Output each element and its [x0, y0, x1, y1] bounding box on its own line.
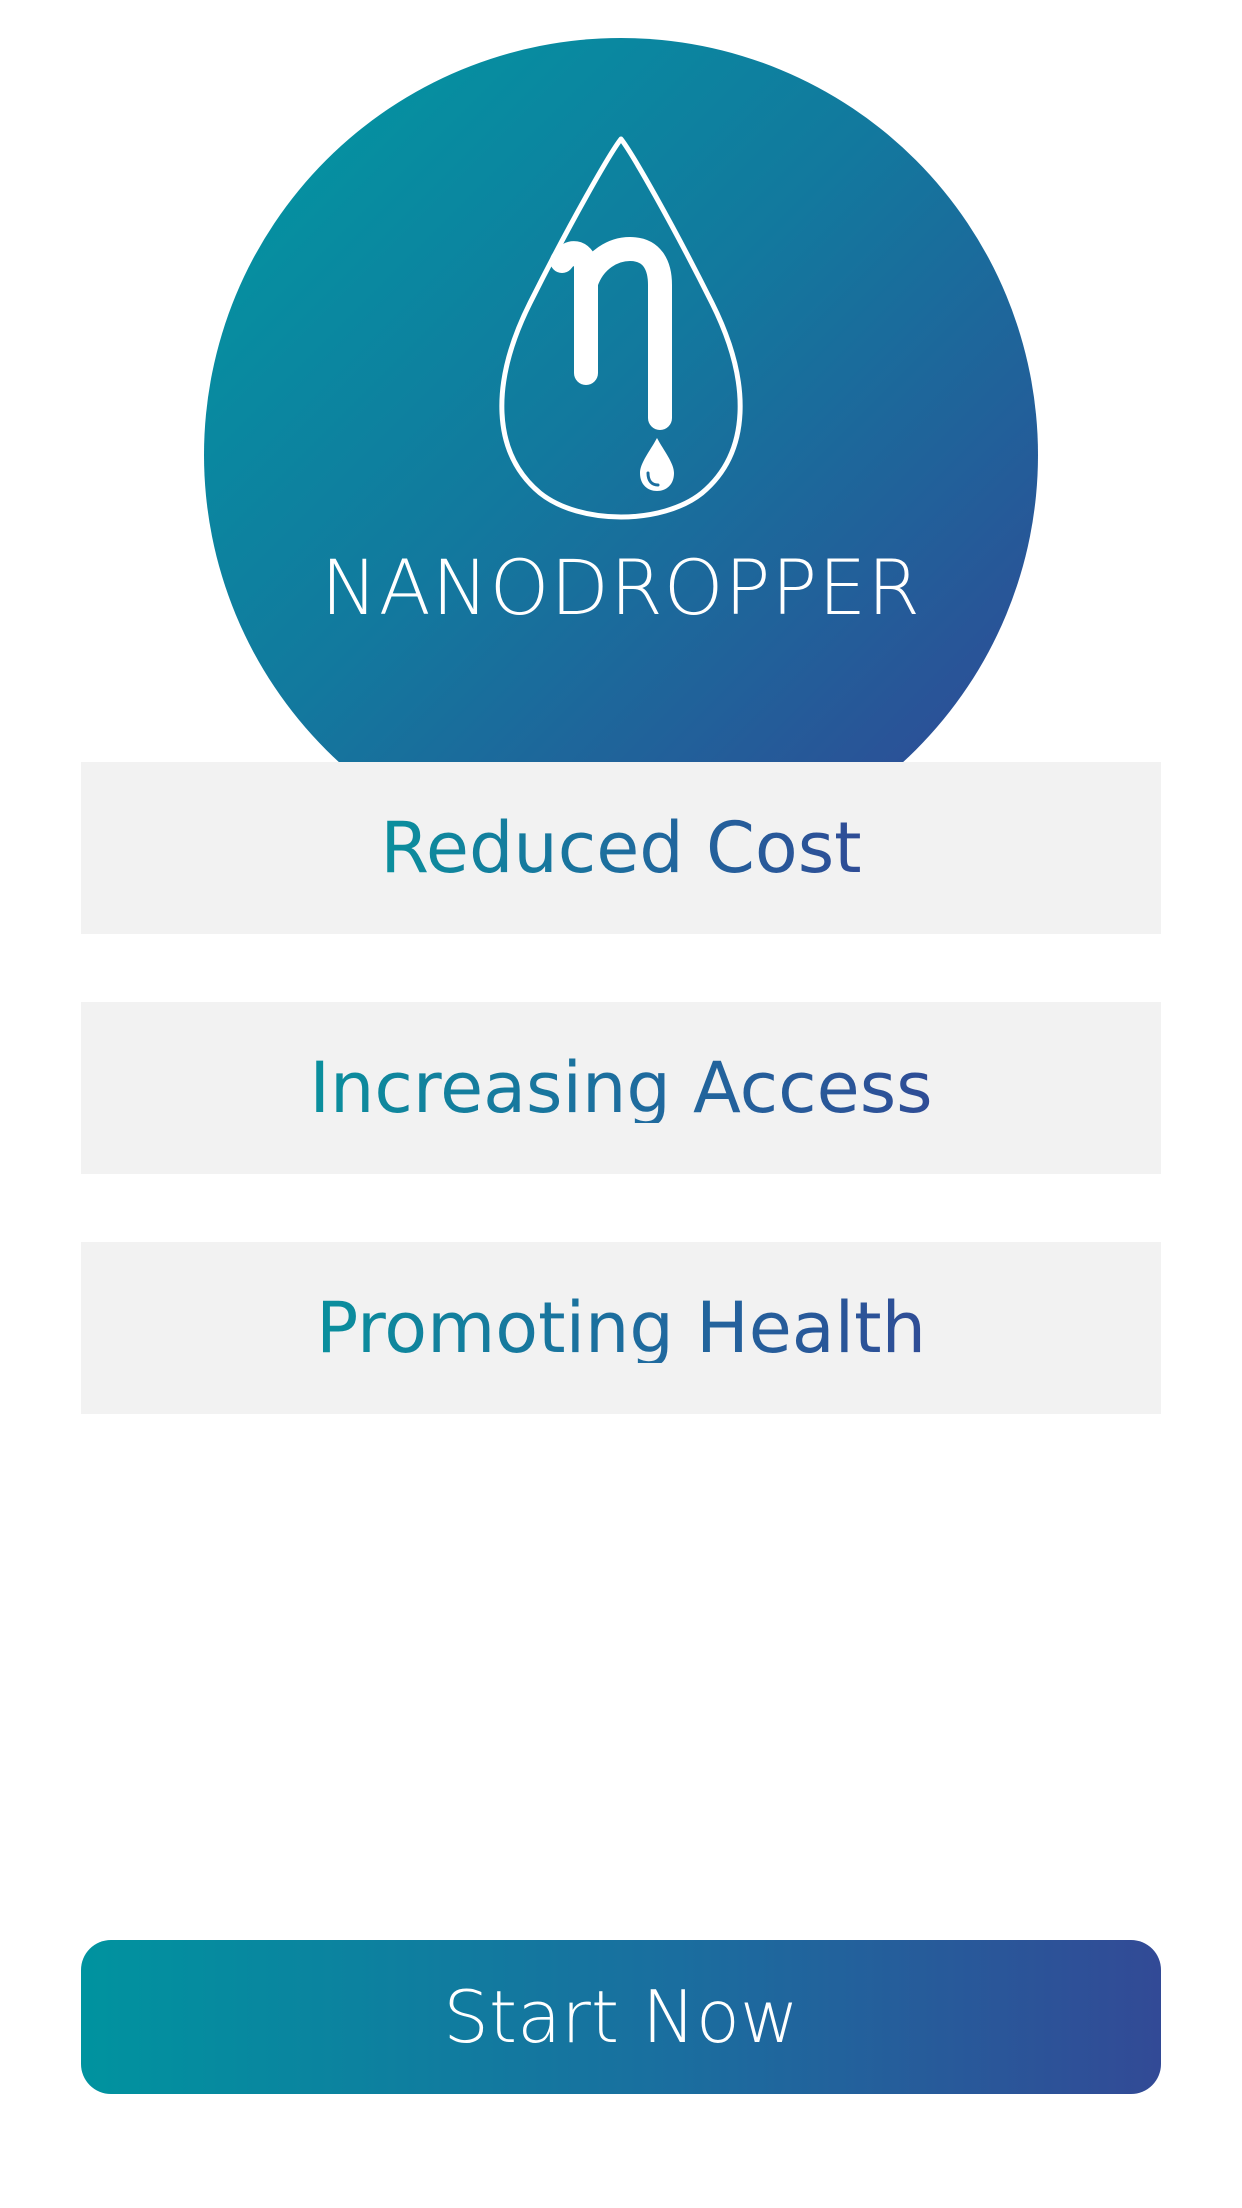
hero-logo-circle: NANODROPPER — [204, 38, 1038, 872]
start-now-label: Start Now — [443, 1975, 799, 2059]
feature-label: Increasing Access — [309, 1047, 933, 1129]
feature-promoting-health: Promoting Health — [81, 1242, 1161, 1414]
feature-label: Reduced Cost — [380, 807, 862, 889]
brand-title: NANODROPPER — [320, 543, 922, 632]
feature-label: Promoting Health — [316, 1287, 926, 1369]
start-now-button[interactable]: Start Now — [81, 1940, 1161, 2094]
feature-increasing-access: Increasing Access — [81, 1002, 1161, 1174]
feature-reduced-cost: Reduced Cost — [81, 762, 1161, 934]
water-drop-eta-icon — [499, 136, 743, 520]
